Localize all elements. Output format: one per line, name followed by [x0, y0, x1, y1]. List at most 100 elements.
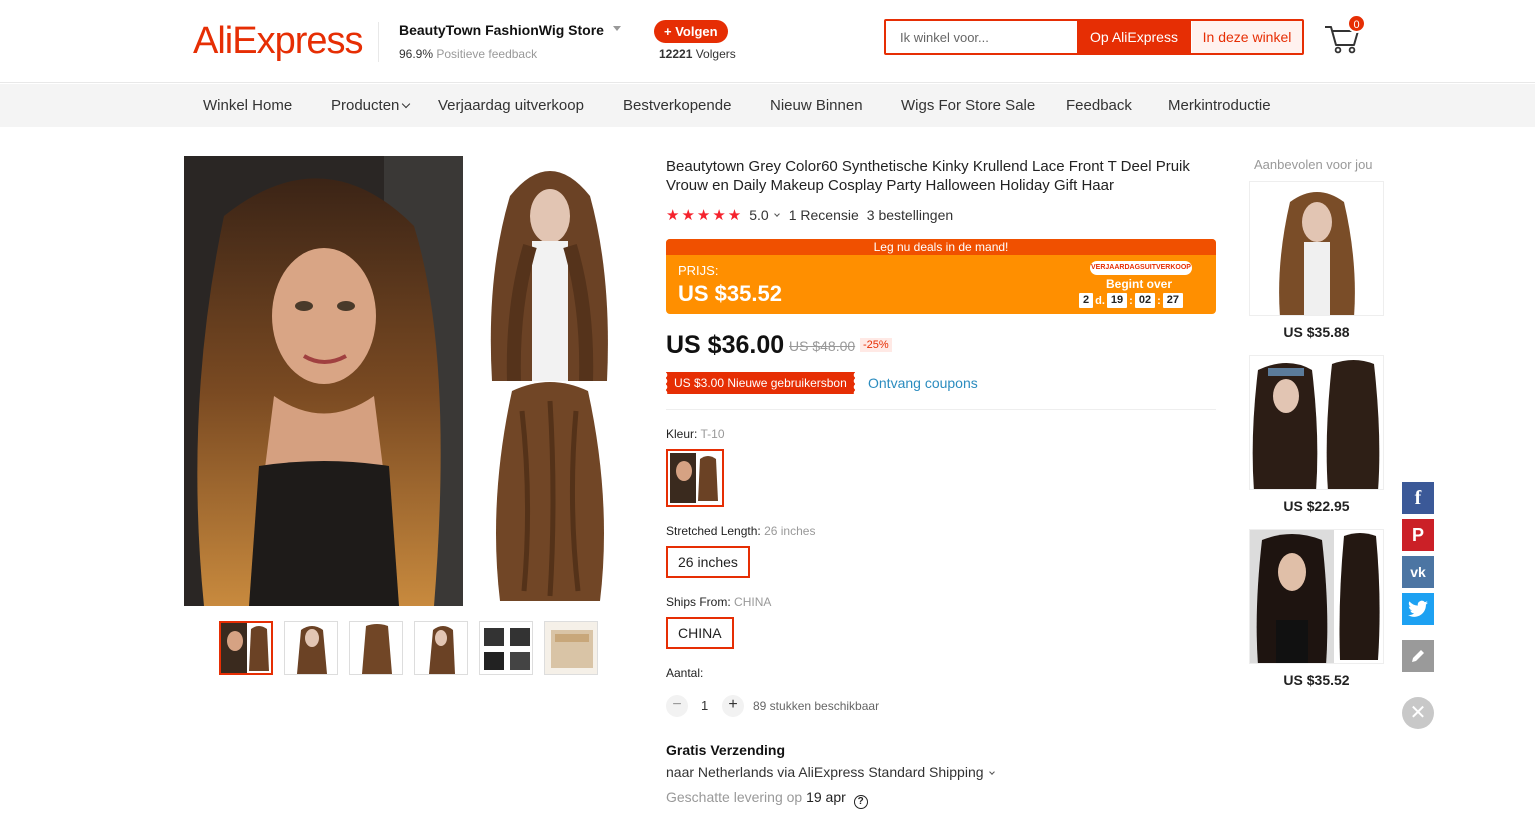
thumbnail[interactable] — [219, 621, 273, 675]
nav-item-products[interactable]: Producten — [331, 97, 411, 114]
quantity-decrease-button[interactable]: − — [666, 695, 688, 717]
ships-value: CHINA — [734, 595, 772, 609]
length-value: 26 inches — [764, 524, 816, 538]
recommended-item-image[interactable] — [1249, 529, 1384, 664]
order-count: 3 bestellingen — [866, 207, 954, 223]
countdown-timer: 2 d. 19 : 02 : 27 — [1077, 293, 1185, 308]
shipping-title: Gratis Verzending — [666, 742, 786, 758]
followers-label: Volgers — [695, 47, 736, 61]
store-nav: Winkel Home Producten Verjaardag uitverk… — [0, 84, 1535, 127]
search-aliexpress-button[interactable]: Op AliExpress — [1077, 21, 1191, 53]
countdown-seconds: 27 — [1162, 293, 1183, 308]
rating-row: ★★★★★ 5.0 1 Recensie 3 bestellingen — [666, 206, 953, 224]
countdown-sep: : — [1129, 294, 1133, 307]
length-option-button[interactable]: 26 inches — [666, 546, 750, 578]
nav-item-home[interactable]: Winkel Home — [203, 97, 292, 114]
thumbnail[interactable] — [414, 621, 468, 675]
nav-item-wigs-sale[interactable]: Wigs For Store Sale — [901, 97, 1035, 114]
countdown-hours: 19 — [1106, 293, 1128, 308]
color-value: T-10 — [700, 427, 725, 441]
star-rating-icon: ★★★★★ — [666, 207, 744, 224]
countdown-days-label: d. — [1095, 294, 1105, 307]
shipping-method-text: naar Netherlands via AliExpress Standard… — [666, 764, 984, 780]
original-price: US $48.00 — [789, 338, 856, 354]
pinterest-icon[interactable]: P — [1402, 519, 1434, 551]
color-attr-label: Kleur: T-10 — [666, 427, 725, 441]
product-image-front[interactable] — [472, 156, 628, 381]
thumbnail[interactable] — [479, 621, 533, 675]
nav-item-new-arrivals[interactable]: Nieuw Binnen — [770, 97, 863, 114]
nav-item-birthday-sale[interactable]: Verjaardag uitverkoop — [438, 97, 584, 114]
delivery-date: 19 apr — [806, 789, 846, 805]
feedback-label: Positieve feedback — [436, 47, 538, 61]
search-bar: Op AliExpress In deze winkel — [884, 19, 1304, 55]
header-divider — [378, 22, 379, 62]
quantity-available: 89 stukken beschikbaar — [753, 699, 880, 713]
get-coupons-link[interactable]: Ontvang coupons — [868, 375, 978, 391]
deal-begin-label: Begint over — [1106, 277, 1173, 291]
thumbnail[interactable] — [349, 621, 403, 675]
delivery-estimate: Geschatte levering op 19 apr ? — [666, 789, 868, 809]
length-label: Stretched Length: — [666, 524, 761, 538]
quantity-input[interactable]: 1 — [701, 698, 708, 713]
aliexpress-logo[interactable]: AliExpress — [193, 20, 363, 63]
nav-item-feedback[interactable]: Feedback — [1066, 97, 1132, 114]
recommended-item-image[interactable] — [1249, 181, 1384, 316]
color-label: Kleur: — [666, 427, 698, 441]
deal-banner: Leg nu deals in de mand! PRIJS: US $35.5… — [666, 239, 1216, 314]
follow-button[interactable]: + Volgen — [654, 20, 728, 43]
discount-badge: -25% — [860, 338, 892, 352]
recommended-title: Aanbevolen voor jou — [1254, 157, 1373, 172]
chevron-down-icon — [988, 769, 995, 775]
edit-icon[interactable] — [1402, 640, 1434, 672]
thumbnail[interactable] — [544, 621, 598, 675]
recommended-item-price[interactable]: US $35.52 — [1249, 672, 1384, 688]
new-user-coupon[interactable]: US $3.00 Nieuwe gebruikersbon — [664, 372, 855, 394]
divider — [666, 409, 1216, 410]
facebook-icon[interactable]: f — [1402, 482, 1434, 514]
store-feedback: 96.9% Positieve feedback — [399, 47, 537, 61]
close-icon[interactable]: ✕ — [1402, 697, 1434, 729]
site-header: AliExpress BeautyTown FashionWig Store 9… — [0, 0, 1535, 83]
delivery-label: Geschatte levering op — [666, 789, 803, 805]
review-count[interactable]: 1 Recensie — [789, 207, 859, 223]
recommended-item-price[interactable]: US $22.95 — [1249, 498, 1384, 514]
twitter-icon[interactable] — [1402, 593, 1434, 625]
shipping-method[interactable]: naar Netherlands via AliExpress Standard… — [666, 764, 1004, 780]
birthday-sale-badge: VERJAARDAGSUITVERKOOP — [1090, 261, 1192, 275]
help-icon[interactable]: ? — [853, 795, 868, 809]
main-product-image[interactable] — [184, 156, 463, 606]
nav-item-products-label: Producten — [331, 97, 400, 114]
recommended-item-image[interactable] — [1249, 355, 1384, 490]
chevron-down-icon[interactable] — [613, 26, 621, 31]
ships-attr-label: Ships From: CHINA — [666, 595, 771, 609]
product-title: Beautytown Grey Color60 Synthetische Kin… — [666, 158, 1190, 194]
countdown-sep: : — [1157, 294, 1161, 307]
search-input[interactable] — [886, 21, 1077, 53]
vk-icon[interactable]: vk — [1402, 556, 1434, 588]
search-store-button[interactable]: In deze winkel — [1191, 21, 1302, 53]
length-attr-label: Stretched Length: 26 inches — [666, 524, 815, 538]
ships-label: Ships From: — [666, 595, 731, 609]
color-option-swatch[interactable] — [666, 449, 724, 507]
chevron-down-icon[interactable] — [773, 210, 780, 217]
recommended-item-price[interactable]: US $35.88 — [1249, 324, 1384, 340]
deal-price: US $35.52 — [678, 281, 782, 306]
countdown-minutes: 02 — [1134, 293, 1156, 308]
product-image-back[interactable] — [472, 381, 628, 606]
ships-from-option-button[interactable]: CHINA — [666, 617, 734, 649]
thumbnail[interactable] — [284, 621, 338, 675]
store-name[interactable]: BeautyTown FashionWig Store — [399, 22, 604, 38]
chevron-down-icon — [402, 99, 411, 109]
deal-banner-title: Leg nu deals in de mand! — [666, 239, 1216, 255]
nav-item-bestsellers[interactable]: Bestverkopende — [623, 97, 731, 114]
rating-value[interactable]: 5.0 — [749, 207, 768, 223]
quantity-increase-button[interactable]: + — [722, 695, 744, 717]
followers-count: 12221 Volgers — [659, 47, 736, 61]
deal-price-label: PRIJS: — [678, 263, 719, 278]
countdown-days: 2 — [1079, 293, 1094, 308]
nav-item-brand-intro[interactable]: Merkintroductie — [1168, 97, 1271, 114]
thumbnail-strip — [219, 621, 598, 675]
feedback-percent: 96.9% — [399, 47, 434, 61]
quantity-label: Aantal: — [666, 666, 704, 680]
